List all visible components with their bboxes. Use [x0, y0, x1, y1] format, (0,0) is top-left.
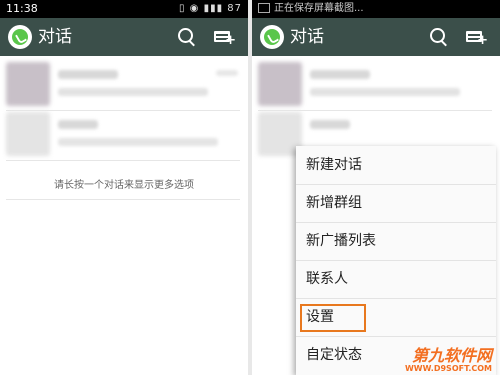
menu-item-label: 自定状态 — [306, 347, 362, 363]
avatar — [258, 62, 302, 106]
search-icon[interactable] — [178, 28, 196, 46]
search-icon[interactable] — [430, 28, 448, 46]
screenshot-icon — [258, 3, 270, 13]
page-title: 对话 — [290, 27, 324, 47]
highlight-box — [300, 304, 366, 332]
blurred-message — [58, 138, 218, 146]
watermark-url: WWW.D9SOFT.COM — [404, 364, 492, 373]
action-bar: 对话 + — [0, 18, 248, 56]
blurred-time — [216, 70, 238, 76]
new-chat-icon[interactable]: + — [466, 29, 488, 47]
overflow-menu: 新建对话 新增群组 新广播列表 联系人 设置 自定状态 第九软件网 WWW.D9… — [296, 146, 496, 375]
chat-row[interactable] — [6, 112, 240, 162]
chat-row[interactable] — [258, 62, 492, 112]
divider — [6, 110, 240, 111]
menu-item-label: 新增群组 — [306, 195, 362, 211]
avatar — [6, 62, 50, 106]
whatsapp-logo-icon — [8, 25, 32, 49]
watermark: 第九软件网 WWW.D9SOFT.COM — [404, 346, 492, 374]
page-title: 对话 — [38, 27, 72, 47]
menu-item-settings[interactable]: 设置 — [296, 298, 496, 337]
menu-item-label: 新建对话 — [306, 157, 362, 173]
menu-item-new-group[interactable]: 新增群组 — [296, 184, 496, 223]
blurred-name — [58, 120, 98, 129]
long-press-hint: 请长按一个对话来显示更多选项 — [54, 180, 194, 191]
menu-item-label: 新广播列表 — [306, 233, 376, 249]
screenshot-notification: 正在保存屏幕截图... — [258, 0, 364, 18]
blurred-name — [58, 70, 118, 79]
menu-item-new-broadcast[interactable]: 新广播列表 — [296, 222, 496, 261]
status-bar: 正在保存屏幕截图... — [252, 0, 500, 18]
menu-item-new-chat[interactable]: 新建对话 — [296, 146, 496, 185]
blurred-message — [310, 88, 460, 96]
status-system-icons: ▯ ◉ ▮▮▮ 87 — [179, 3, 242, 14]
menu-item-contacts[interactable]: 联系人 — [296, 260, 496, 299]
whatsapp-logo-icon — [260, 25, 284, 49]
divider — [258, 110, 492, 111]
chat-row[interactable] — [6, 62, 240, 112]
divider — [6, 199, 240, 200]
notification-text: 正在保存屏幕截图... — [274, 3, 364, 14]
left-screen: 11:38 ▯ ◉ ▮▮▮ 87 对话 + 请长按一个对话来显示更多选项 — [0, 0, 248, 375]
blurred-message — [58, 88, 208, 96]
action-bar: 对话 + — [252, 18, 500, 56]
menu-item-label: 联系人 — [306, 271, 348, 287]
watermark-title: 第九软件网 — [411, 346, 492, 365]
avatar — [6, 112, 50, 156]
status-bar: 11:38 ▯ ◉ ▮▮▮ 87 — [0, 0, 248, 18]
blurred-name — [310, 120, 350, 129]
new-chat-icon[interactable]: + — [214, 29, 236, 47]
divider — [6, 160, 240, 161]
blurred-name — [310, 70, 370, 79]
status-time: 11:38 — [6, 2, 38, 15]
